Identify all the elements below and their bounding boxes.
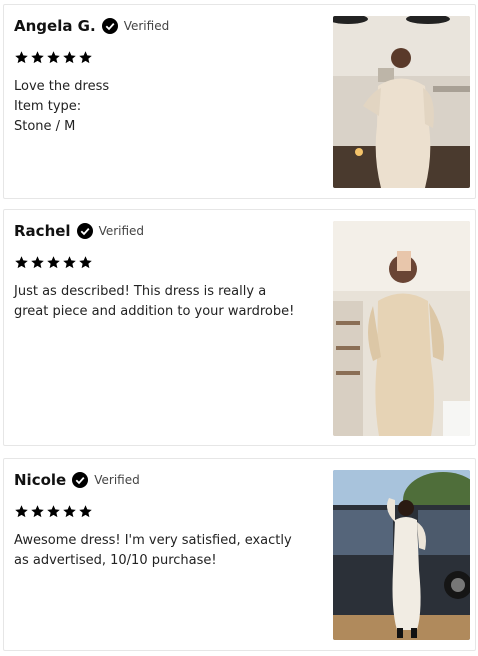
review-card: Nicole Verified Awesome dress! I'm very … bbox=[3, 458, 476, 651]
star-icon bbox=[47, 256, 60, 269]
star-icon bbox=[15, 51, 28, 64]
review-text-line: Awesome dress! I'm very satisfied, exact… bbox=[14, 533, 292, 548]
star-icon bbox=[15, 256, 28, 269]
star-rating bbox=[14, 50, 93, 65]
star-icon bbox=[31, 51, 44, 64]
review-card: Rachel Verified Just as described! This … bbox=[3, 209, 476, 446]
review-text-line: Love the dress bbox=[14, 79, 110, 94]
star-rating bbox=[14, 504, 93, 519]
star-icon bbox=[79, 256, 92, 269]
reviewer-name: Rachel bbox=[14, 222, 71, 240]
review-card: Angela G. Verified Love the dress Item t… bbox=[3, 4, 476, 199]
reviewer-name: Angela G. bbox=[14, 17, 96, 35]
star-rating bbox=[14, 255, 93, 270]
review-photo[interactable] bbox=[333, 221, 470, 436]
star-icon bbox=[79, 505, 92, 518]
star-icon bbox=[31, 505, 44, 518]
review-text: Awesome dress! I'm very satisfied, exact… bbox=[14, 531, 329, 571]
review-text-line: as advertised, 10/10 purchase! bbox=[14, 553, 217, 568]
review-header: Angela G. Verified bbox=[14, 17, 169, 35]
verified-label: Verified bbox=[98, 224, 145, 238]
review-text-line: Item type: bbox=[14, 99, 82, 114]
star-icon bbox=[47, 505, 60, 518]
star-icon bbox=[63, 256, 76, 269]
review-header: Rachel Verified bbox=[14, 222, 144, 240]
check-circle-icon bbox=[72, 472, 89, 488]
star-icon bbox=[63, 505, 76, 518]
star-icon bbox=[31, 256, 44, 269]
review-text-line: Just as described! This dress is really … bbox=[14, 284, 267, 299]
star-icon bbox=[79, 51, 92, 64]
star-icon bbox=[15, 505, 28, 518]
star-icon bbox=[47, 51, 60, 64]
review-text: Love the dress Item type: Stone / M bbox=[14, 77, 329, 137]
verified-label: Verified bbox=[94, 473, 140, 487]
review-text: Just as described! This dress is really … bbox=[14, 282, 329, 322]
verified-label: Verified bbox=[123, 19, 170, 33]
review-text-line: great piece and addition to your wardrob… bbox=[14, 304, 295, 319]
reviewer-name: Nicole bbox=[14, 471, 67, 489]
review-header: Nicole Verified bbox=[14, 471, 140, 489]
review-photo[interactable] bbox=[333, 470, 470, 640]
star-icon bbox=[63, 51, 76, 64]
check-circle-icon bbox=[76, 223, 93, 239]
check-circle-icon bbox=[101, 18, 118, 34]
review-text-line: Stone / M bbox=[14, 119, 76, 134]
review-photo[interactable] bbox=[333, 16, 470, 188]
